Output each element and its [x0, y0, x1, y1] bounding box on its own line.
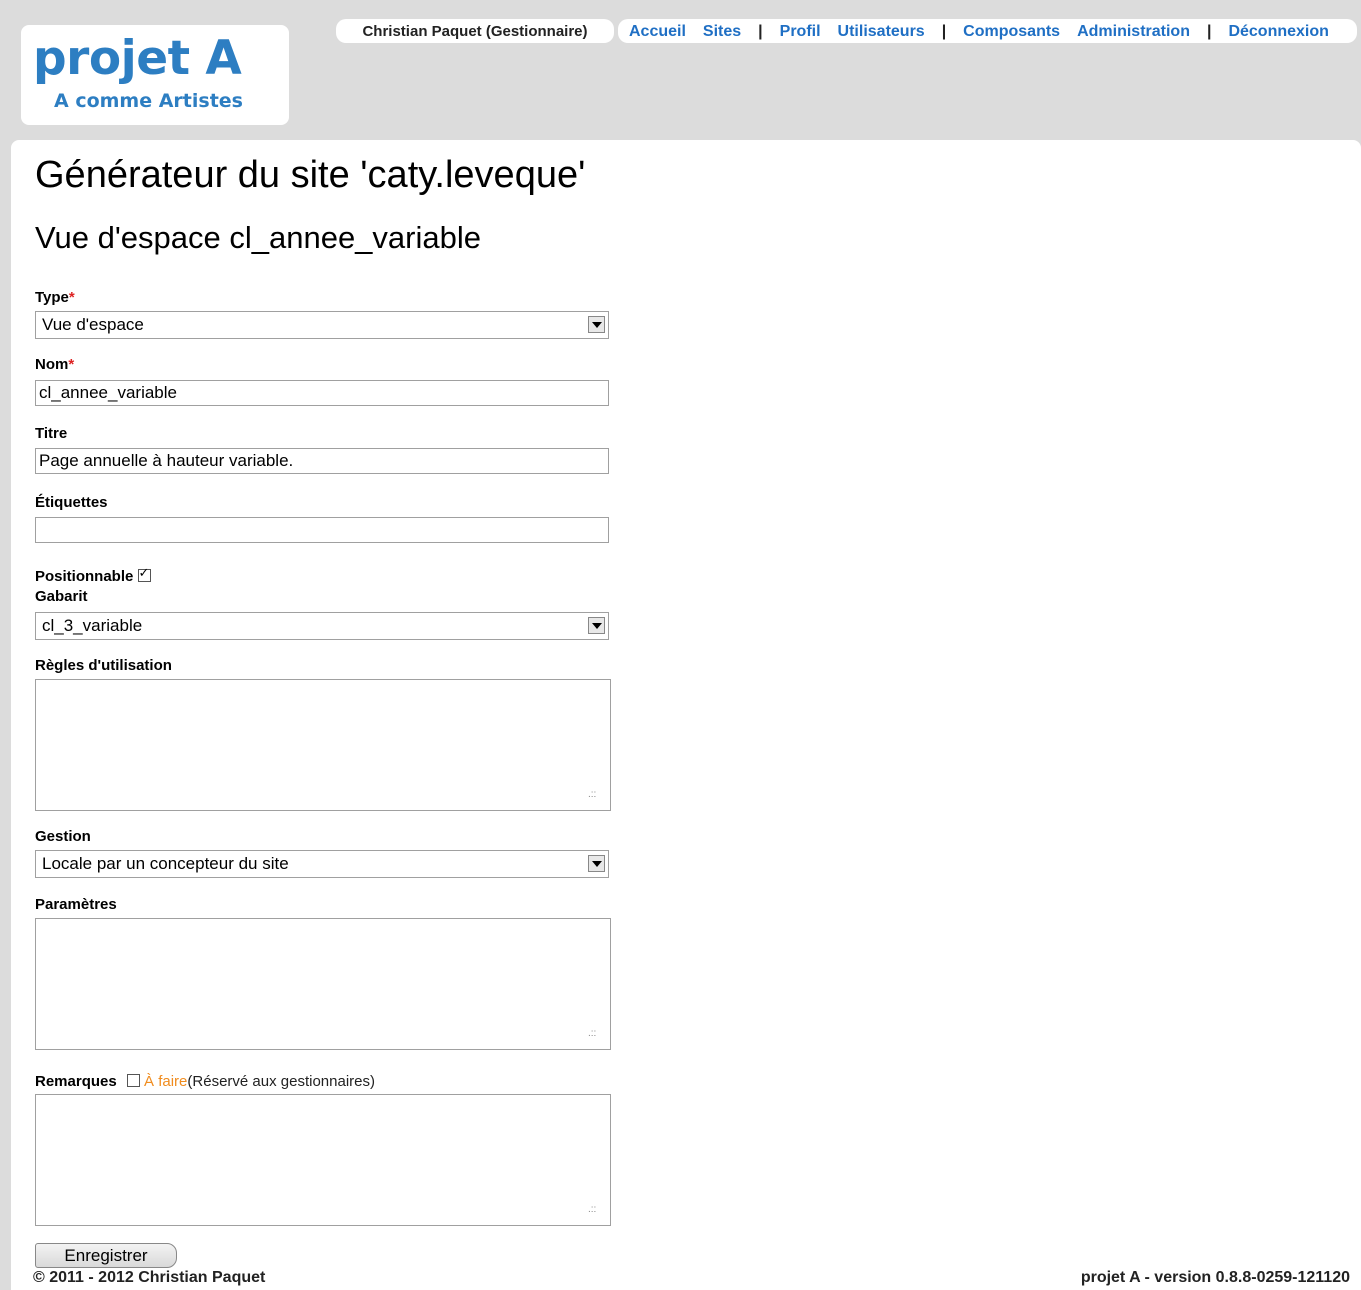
required-mark: *	[68, 289, 75, 306]
nom-input[interactable]	[35, 380, 609, 406]
remarques-label: Remarques	[35, 1073, 117, 1090]
a-faire-checkbox[interactable]	[126, 1074, 140, 1087]
type-label: Type*	[35, 289, 75, 306]
gabarit-label: Gabarit	[35, 588, 88, 605]
nav-link-administration[interactable]: Administration	[1077, 19, 1190, 43]
nav-link-accueil[interactable]: Accueil	[629, 19, 686, 43]
remarques-row: Remarques À faire(Réservé aux gestionnai…	[35, 1074, 375, 1089]
gabarit-select[interactable]: cl_3_variable	[35, 612, 609, 640]
etiquettes-label: Étiquettes	[35, 494, 108, 511]
main-nav: Accueil Sites | Profil Utilisateurs | Composan…	[618, 19, 1357, 43]
a-faire-label: À faire	[144, 1073, 188, 1090]
page-subtitle: Vue d'espace cl_annee_variable	[35, 220, 481, 255]
dropdown-arrow-icon[interactable]	[588, 316, 605, 333]
logo[interactable]: projet A A comme Artistes	[21, 25, 289, 125]
type-select[interactable]: Vue d'espace	[35, 311, 609, 339]
type-select-value: Vue d'espace	[42, 315, 144, 334]
positionnable-label: Positionnable	[35, 568, 134, 585]
gabarit-select-value: cl_3_variable	[42, 616, 143, 635]
nav-link-composants[interactable]: Composants	[963, 19, 1060, 43]
nav-separator: |	[941, 23, 947, 40]
nom-label: Nom*	[35, 356, 75, 373]
regles-label: Règles d'utilisation	[35, 657, 172, 674]
footer-version: projet A - version 0.8.8-0259-121120	[1080, 1269, 1350, 1286]
parametres-textarea[interactable]: .::	[35, 918, 611, 1050]
parametres-label: Paramètres	[35, 896, 117, 913]
nav-separator: |	[1206, 23, 1212, 40]
resize-grip-icon[interactable]: .::	[588, 1029, 600, 1041]
nav-link-profil[interactable]: Profil	[780, 19, 821, 43]
current-user: Christian Paquet (Gestionnaire)	[336, 19, 614, 43]
nav-link-sites[interactable]: Sites	[703, 19, 741, 43]
resize-grip-icon[interactable]: .::	[588, 790, 600, 802]
regles-textarea[interactable]: .::	[35, 679, 611, 811]
dropdown-arrow-icon[interactable]	[588, 617, 605, 634]
gestion-select[interactable]: Locale par un concepteur du site	[35, 850, 609, 878]
dropdown-arrow-icon[interactable]	[588, 855, 605, 872]
positionnable-row: Positionnable	[35, 567, 151, 585]
nav-link-utilisateurs[interactable]: Utilisateurs	[838, 19, 925, 43]
a-faire-note: (Réservé aux gestionnaires)	[187, 1073, 375, 1090]
required-mark: *	[68, 356, 75, 373]
logo-subtitle: A comme Artistes	[54, 90, 243, 112]
page-title: Générateur du site 'caty.leveque'	[35, 154, 586, 196]
titre-input[interactable]	[35, 448, 609, 474]
remarques-textarea[interactable]: .::	[35, 1094, 611, 1226]
save-button[interactable]: Enregistrer	[35, 1243, 177, 1268]
resize-grip-icon[interactable]: .::	[588, 1205, 600, 1217]
etiquettes-input[interactable]	[35, 517, 609, 543]
footer-copyright: © 2011 - 2012 Christian Paquet	[33, 1269, 266, 1286]
gestion-label: Gestion	[35, 828, 91, 845]
nav-separator: |	[758, 23, 763, 40]
nav-link-deconnexion[interactable]: Déconnexion	[1228, 19, 1328, 43]
titre-label: Titre	[35, 425, 68, 442]
gestion-select-value: Locale par un concepteur du site	[42, 854, 289, 873]
logo-title: projet A	[33, 31, 242, 86]
top-bar: Christian Paquet (Gestionnaire) Accueil S…	[336, 19, 1357, 43]
positionnable-checkbox[interactable]	[137, 567, 151, 582]
